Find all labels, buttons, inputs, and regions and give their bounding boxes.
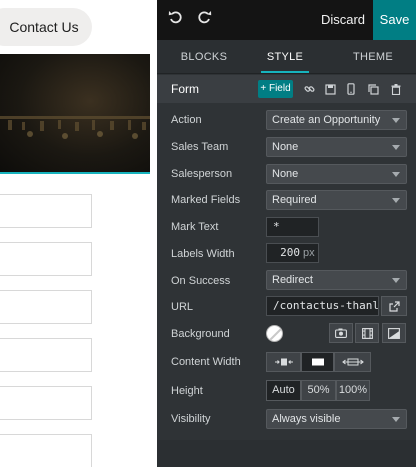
content-width-full-button[interactable] (334, 352, 371, 372)
on-success-value: Redirect (272, 274, 313, 286)
height-auto-option[interactable]: Auto (266, 380, 301, 401)
background-color-swatch[interactable] (266, 325, 283, 342)
salesperson-value: None (272, 168, 299, 180)
open-url-button[interactable] (381, 296, 407, 316)
contact-us-button[interactable]: Contact Us (0, 8, 92, 46)
film-icon (361, 327, 373, 339)
editor-topbar: Discard Save (157, 0, 416, 40)
editor-panel: Discard Save BLOCKS STYLE THEME Form + F… (157, 0, 416, 467)
mobile-icon[interactable] (342, 80, 360, 98)
sales-team-value: None (272, 141, 299, 153)
form-field[interactable] (0, 338, 92, 372)
background-label: Background (171, 328, 230, 340)
on-success-select[interactable]: Redirect (266, 270, 407, 290)
labels-width-label: Labels Width (171, 248, 235, 260)
save-button[interactable]: Save (373, 0, 416, 40)
url-input[interactable]: /contactus-thanl (266, 296, 379, 316)
labels-width-value: 200 (280, 246, 300, 259)
chevron-down-icon (392, 118, 400, 123)
active-tab-indicator (261, 71, 309, 73)
labels-width-unit: px (303, 247, 315, 259)
background-image-button[interactable] (329, 323, 353, 343)
regular-width-icon (311, 358, 324, 366)
action-label: Action (171, 114, 202, 126)
external-link-icon (388, 300, 400, 312)
mark-text-input[interactable]: * (266, 217, 319, 237)
camera-icon (335, 328, 347, 338)
marked-fields-select[interactable]: Required (266, 190, 407, 210)
form-field[interactable] (0, 386, 92, 420)
redo-icon[interactable] (195, 10, 215, 30)
visibility-label: Visibility (171, 413, 211, 425)
tab-style[interactable]: STYLE (249, 40, 321, 74)
url-label: URL (171, 301, 194, 313)
full-width-icon (341, 358, 364, 366)
panel-footer (157, 440, 416, 467)
save-disk-icon[interactable] (321, 80, 339, 98)
sales-team-select[interactable]: None (266, 137, 407, 157)
mark-text-label: Mark Text (171, 221, 219, 233)
content-width-small-button[interactable] (266, 352, 301, 372)
content-width-regular-button[interactable] (301, 352, 334, 372)
tab-blocks[interactable]: BLOCKS (169, 40, 239, 74)
background-video-button[interactable] (355, 323, 379, 343)
form-field[interactable] (0, 290, 92, 324)
form-field[interactable] (0, 242, 92, 276)
height-50-option[interactable]: 50% (301, 380, 336, 401)
shape-icon (388, 327, 400, 339)
height-100-option[interactable]: 100% (336, 380, 370, 401)
chevron-down-icon (392, 278, 400, 283)
clone-icon[interactable] (364, 80, 382, 98)
form-field[interactable] (0, 434, 92, 467)
narrow-width-icon (274, 358, 293, 366)
chevron-down-icon (392, 172, 400, 177)
salesperson-select[interactable]: None (266, 164, 407, 184)
action-select[interactable]: Create an Opportunity (266, 110, 407, 130)
background-shape-button[interactable] (382, 323, 406, 343)
visibility-select[interactable]: Always visible (266, 409, 407, 429)
form-section-header: Form + Field (157, 75, 416, 103)
discard-button[interactable]: Discard (313, 0, 373, 40)
height-label: Height (171, 385, 203, 397)
hero-image (0, 54, 150, 172)
content-width-label: Content Width (171, 356, 241, 368)
marked-fields-label: Marked Fields (171, 194, 241, 206)
preview-edge (150, 0, 157, 467)
add-field-button[interactable]: + Field (258, 80, 293, 98)
trash-icon[interactable] (387, 80, 405, 98)
action-value: Create an Opportunity (272, 114, 381, 126)
website-preview: Contact Us (0, 0, 157, 467)
link-icon[interactable] (300, 80, 318, 98)
chevron-down-icon (392, 145, 400, 150)
form-field[interactable] (0, 194, 92, 228)
editor-tabs: BLOCKS STYLE THEME (157, 40, 416, 74)
chevron-down-icon (392, 198, 400, 203)
sales-team-label: Sales Team (171, 141, 229, 153)
form-snippet[interactable] (0, 172, 152, 467)
tab-theme[interactable]: THEME (337, 40, 409, 74)
marked-fields-value: Required (272, 194, 317, 206)
contact-us-label: Contact Us (9, 19, 79, 35)
on-success-label: On Success (171, 275, 231, 287)
undo-icon[interactable] (165, 10, 185, 30)
salesperson-label: Salesperson (171, 168, 233, 180)
chevron-down-icon (392, 417, 400, 422)
section-title: Form (171, 82, 199, 96)
visibility-value: Always visible (272, 413, 341, 425)
